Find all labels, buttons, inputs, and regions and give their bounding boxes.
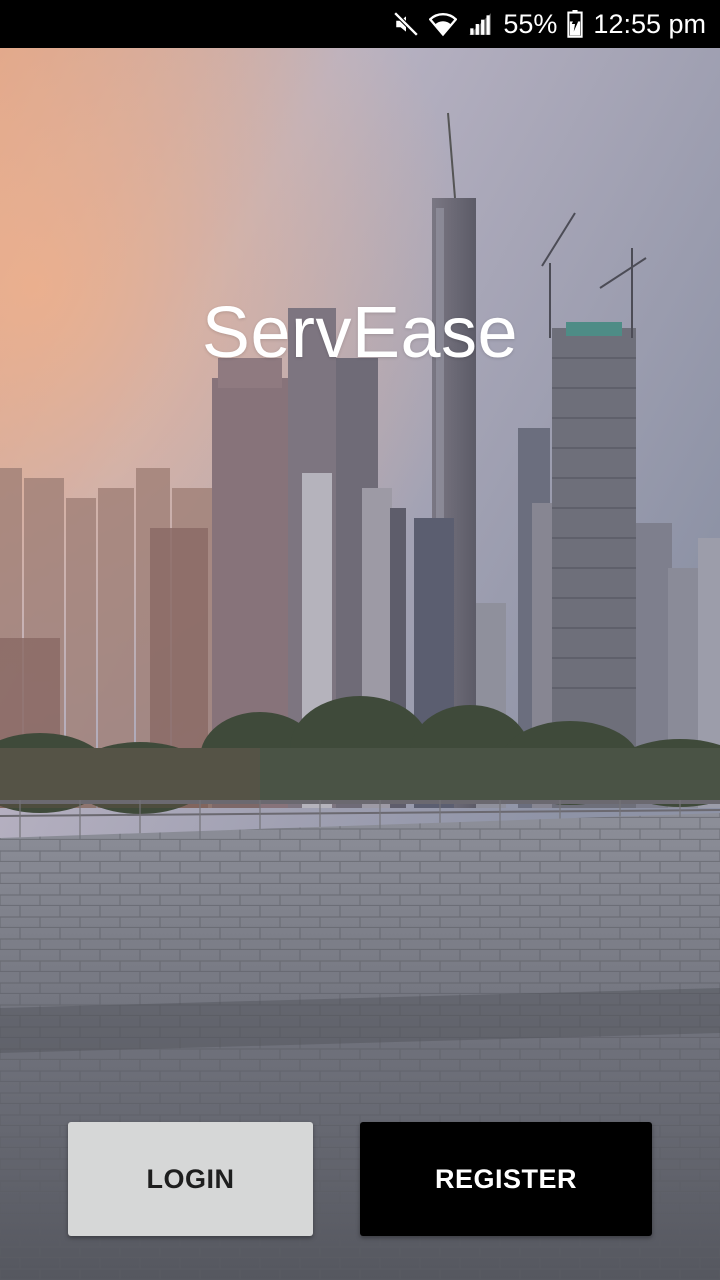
register-button[interactable]: REGISTER xyxy=(360,1122,652,1236)
mute-icon xyxy=(393,11,419,37)
wifi-icon xyxy=(429,11,458,37)
status-bar: 55% 12:55 pm xyxy=(0,0,720,48)
battery-icon xyxy=(567,10,584,38)
app-title: ServEase xyxy=(201,293,519,373)
status-time: 12:55 pm xyxy=(593,9,706,39)
login-button[interactable]: LOGIN xyxy=(68,1122,313,1236)
background-city-image xyxy=(0,48,720,1280)
status-icons: 55% 12:55 pm xyxy=(393,0,706,48)
battery-percent: 55% xyxy=(503,9,558,39)
signal-icon xyxy=(467,12,493,36)
